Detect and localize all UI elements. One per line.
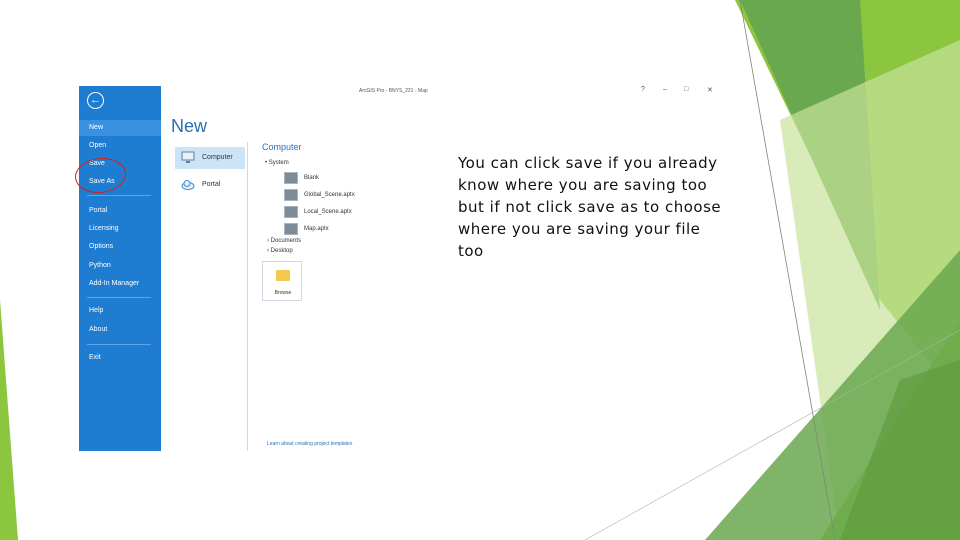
template-label: Blank [304,175,320,181]
template-label: Map.aptx [304,226,329,232]
browse-button[interactable]: Browse [262,261,302,301]
learn-templates-link[interactable]: Learn about creating project templates [267,441,352,447]
menu-item-portal[interactable]: Portal [79,203,161,219]
template-icon [284,223,298,235]
template-icon [284,189,298,201]
section-title: Computer [262,142,302,152]
help-icon[interactable]: ? [641,86,645,93]
menu-divider [87,297,151,298]
menu-item-options[interactable]: Options [79,239,161,255]
minimize-icon[interactable]: – [663,86,667,93]
slide-caption: You can click save if you already know w… [458,154,722,260]
restore-icon[interactable]: □ [684,86,688,93]
location-label: Portal [202,181,221,188]
tree-item-desktop[interactable]: › Desktop [267,248,293,254]
window-title: ArcGIS Pro - BNYS_221 - Map [359,88,428,94]
menu-item-about[interactable]: About [79,322,161,338]
close-icon[interactable]: ✕ [707,86,713,94]
template-icon [284,172,298,184]
backstage-sidebar: ← New Open Save Save As Portal Licensing… [79,86,161,451]
menu-item-python[interactable]: Python [79,258,161,274]
menu-item-new[interactable]: New [79,120,161,136]
menu-item-exit[interactable]: Exit [79,350,161,366]
menu-item-add-in-manager[interactable]: Add-In Manager [79,276,161,292]
location-label: Computer [202,154,233,161]
location-computer[interactable]: Computer [175,147,245,169]
page-title: New [171,116,208,136]
green-accent-shape [0,300,18,540]
tree-item-documents[interactable]: › Documents [267,238,301,244]
menu-item-help[interactable]: Help [79,303,161,319]
column-divider [247,142,248,451]
computer-icon [181,151,195,163]
tree-item-system[interactable]: • System [265,160,289,166]
template-icon [284,206,298,218]
back-arrow-icon[interactable]: ← [87,92,104,109]
menu-divider [87,195,151,196]
browse-label: Browse [274,290,292,296]
arcgis-backstage-screenshot: ArcGIS Pro - BNYS_221 - Map ? – □ ✕ ← Ne… [79,86,725,451]
menu-divider [87,344,151,345]
location-portal[interactable]: Portal [175,174,245,196]
menu-item-open[interactable]: Open [79,138,161,154]
cloud-icon [181,180,195,190]
template-label: Global_Scene.aptx [304,192,355,198]
folder-icon [276,270,290,281]
template-label: Local_Scene.aptx [304,209,352,215]
menu-item-licensing[interactable]: Licensing [79,221,161,237]
